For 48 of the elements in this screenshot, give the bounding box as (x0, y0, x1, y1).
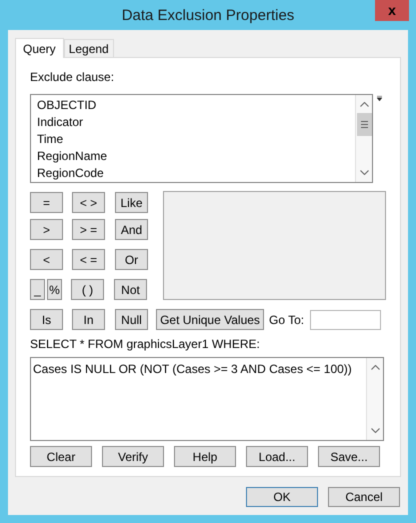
operator-button[interactable]: Or (115, 249, 148, 270)
scrollbar[interactable] (366, 358, 383, 440)
operator-button[interactable]: > (30, 219, 63, 240)
field-item[interactable]: RegionCode (37, 165, 355, 182)
action-button[interactable]: Save... (318, 446, 380, 467)
go-to-field[interactable] (310, 310, 382, 330)
scroll-up-icon[interactable] (370, 365, 380, 370)
expression-field[interactable]: Cases IS NULL OR (NOT (Cases >= 3 AND Cases <= 100)) (30, 357, 384, 441)
dialog-button[interactable]: Cancel (328, 487, 400, 507)
operator-button[interactable]: % (47, 279, 62, 300)
field-item[interactable]: RegionName (37, 148, 355, 165)
action-button[interactable]: Load... (246, 446, 308, 467)
select-statement-label: SELECT * FROM graphicsLayer1 WHERE: (30, 336, 261, 353)
operator-button[interactable]: Null (115, 309, 148, 330)
dropdown-arrow-icon[interactable] (377, 96, 382, 101)
get-unique-values-button[interactable]: Get Unique Values (156, 309, 264, 330)
exclude-clause-label: Exclude clause: (30, 69, 116, 86)
operator-button[interactable]: And (115, 219, 148, 240)
operator-button[interactable]: _ (30, 279, 45, 300)
operator-button[interactable]: < > (72, 192, 105, 213)
field-list[interactable]: OBJECTID Indicator Time RegionName RegionCode (30, 94, 373, 183)
action-button[interactable]: Help (174, 446, 236, 467)
operator-button[interactable]: Not (114, 279, 147, 300)
expression-text: Cases IS NULL OR (NOT (Cases >= 3 AND Cases <= 100)) (32, 361, 353, 378)
operator-button[interactable]: = (30, 192, 63, 213)
scrollbar[interactable] (355, 95, 372, 182)
tab[interactable]: Query (15, 38, 64, 58)
scroll-up-icon[interactable] (360, 102, 368, 107)
action-button[interactable]: Verify (102, 446, 164, 467)
operator-button[interactable]: In (72, 309, 105, 330)
operator-button[interactable]: ( ) (71, 279, 104, 300)
scroll-down-icon[interactable] (370, 428, 380, 433)
action-button[interactable]: Clear (30, 446, 92, 467)
operator-button[interactable]: Like (115, 192, 148, 213)
field-item[interactable]: Time (37, 131, 355, 148)
dialog-button[interactable]: OK (246, 487, 318, 507)
field-item[interactable]: Indicator (37, 114, 355, 131)
tab[interactable]: Legend (64, 39, 114, 57)
scroll-down-icon[interactable] (360, 170, 368, 175)
operator-button[interactable]: < (30, 249, 63, 270)
operator-button[interactable]: > = (72, 219, 105, 240)
operator-button[interactable]: < = (72, 249, 105, 270)
close-button[interactable]: x (375, 0, 409, 21)
operator-button[interactable]: Is (30, 309, 63, 330)
go-to-label: Go To: (269, 312, 304, 328)
scroll-thumb[interactable] (356, 113, 372, 136)
field-item[interactable]: OBJECTID (37, 97, 355, 114)
window-title: Data Exclusion Properties (122, 6, 294, 26)
